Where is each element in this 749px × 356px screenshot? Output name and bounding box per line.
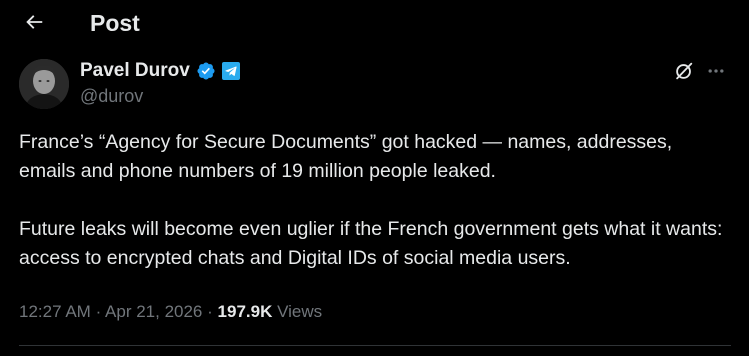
author-name-row: Pavel Durov	[80, 58, 240, 84]
more-horizontal-icon	[706, 61, 726, 86]
avatar[interactable]	[19, 59, 69, 109]
meta-separator: ·	[207, 302, 213, 321]
post-header: Post	[0, 0, 749, 48]
tweet-paragraph: Future leaks will become even uglier if …	[19, 218, 723, 269]
author-handle[interactable]: @durov	[80, 86, 143, 107]
telegram-icon[interactable]	[221, 62, 240, 80]
verified-badge-icon[interactable]	[196, 61, 216, 81]
tweet-paragraph: France’s “Agency for Secure Documents” g…	[19, 131, 673, 182]
back-button[interactable]	[18, 8, 50, 40]
page-title: Post	[90, 10, 140, 36]
meta-separator: ·	[95, 302, 102, 321]
views-label: Views	[277, 302, 323, 321]
views-count[interactable]: 197.9K	[218, 302, 273, 321]
divider	[19, 345, 731, 346]
more-button[interactable]	[703, 60, 729, 86]
tweet-text: France’s “Agency for Secure Documents” g…	[19, 128, 731, 273]
grok-icon	[673, 60, 695, 87]
post-date[interactable]: Apr 21, 2026	[105, 302, 202, 321]
post-meta: 12:27 AM · Apr 21, 2026 · 197.9K Views	[19, 302, 322, 322]
grok-button[interactable]	[671, 60, 697, 86]
author-name[interactable]: Pavel Durov	[80, 60, 190, 82]
arrow-left-icon	[23, 11, 45, 38]
post-time[interactable]: 12:27 AM	[19, 302, 91, 321]
